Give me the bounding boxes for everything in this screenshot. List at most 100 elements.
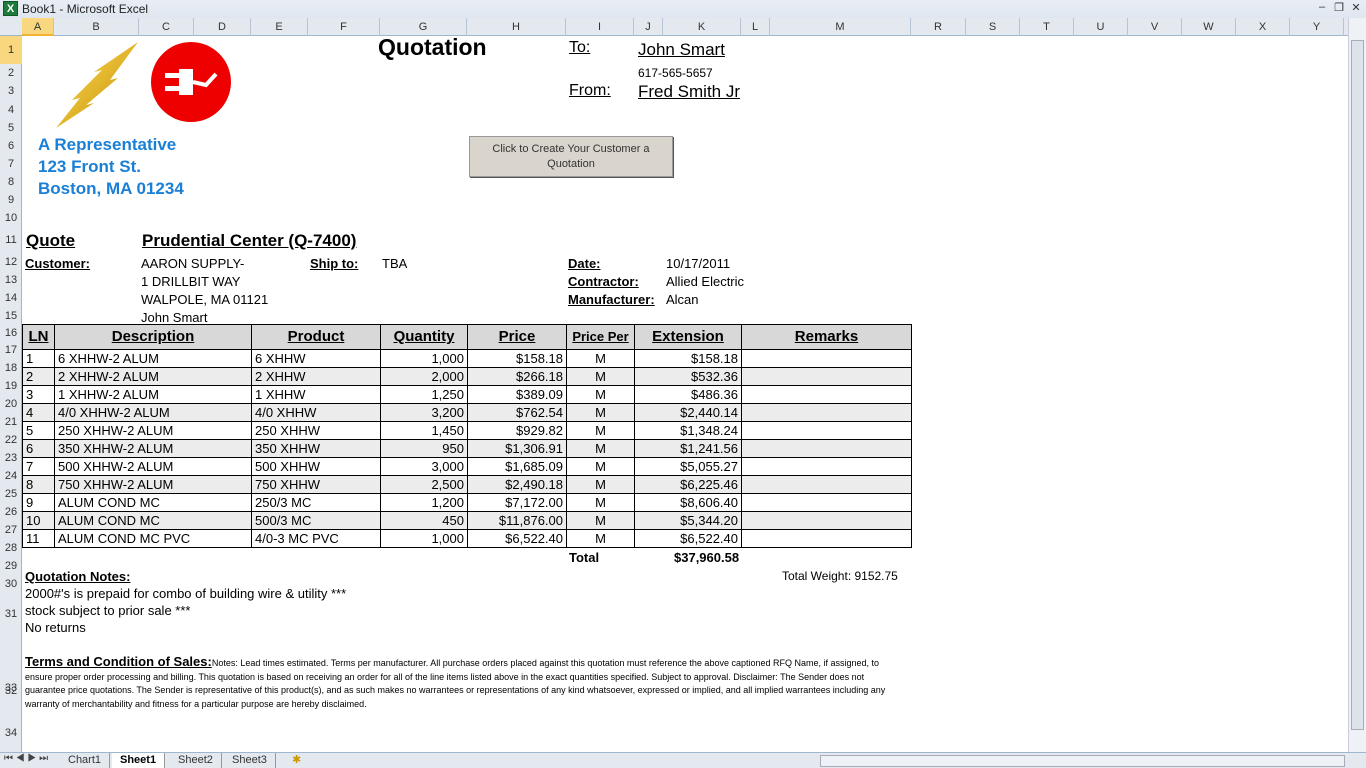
- table-cell[interactable]: $929.82: [467, 421, 567, 440]
- column-header[interactable]: A: [22, 18, 54, 36]
- table-cell[interactable]: $158.18: [634, 349, 742, 368]
- table-cell[interactable]: 8: [22, 475, 55, 494]
- table-cell[interactable]: 5: [22, 421, 55, 440]
- sheet-tab-sheet2[interactable]: Sheet2: [170, 753, 222, 768]
- table-cell[interactable]: M: [566, 421, 635, 440]
- table-cell[interactable]: 500/3 MC: [251, 511, 381, 530]
- row-header[interactable]: 30: [0, 575, 22, 593]
- table-cell[interactable]: [741, 367, 912, 386]
- table-cell[interactable]: 500 XHHW-2 ALUM: [54, 457, 252, 476]
- table-cell[interactable]: [741, 511, 912, 530]
- row-header[interactable]: 10: [0, 209, 22, 227]
- table-cell[interactable]: 4: [22, 403, 55, 422]
- table-cell[interactable]: [741, 475, 912, 494]
- row-header[interactable]: 11: [0, 227, 22, 253]
- table-cell[interactable]: [741, 385, 912, 404]
- sheet-tab-sheet3[interactable]: Sheet3: [224, 753, 276, 768]
- column-header[interactable]: L: [741, 18, 770, 36]
- horizontal-scrollbar[interactable]: [820, 755, 1345, 767]
- table-cell[interactable]: 350 XHHW-2 ALUM: [54, 439, 252, 458]
- table-cell[interactable]: 250 XHHW-2 ALUM: [54, 421, 252, 440]
- table-cell[interactable]: 11: [22, 529, 55, 548]
- table-cell[interactable]: 1: [22, 349, 55, 368]
- insert-sheet-icon[interactable]: ✱: [292, 753, 301, 766]
- table-cell[interactable]: M: [566, 403, 635, 422]
- table-cell[interactable]: [741, 529, 912, 548]
- row-header[interactable]: 13: [0, 271, 22, 289]
- table-cell[interactable]: [741, 421, 912, 440]
- table-cell[interactable]: 3,000: [380, 457, 468, 476]
- column-header[interactable]: U: [1074, 18, 1128, 36]
- table-cell[interactable]: [741, 493, 912, 512]
- table-cell[interactable]: 350 XHHW: [251, 439, 381, 458]
- table-cell[interactable]: 1,000: [380, 349, 468, 368]
- table-cell[interactable]: $486.36: [634, 385, 742, 404]
- table-cell[interactable]: 450: [380, 511, 468, 530]
- table-cell[interactable]: $158.18: [467, 349, 567, 368]
- table-cell[interactable]: 3: [22, 385, 55, 404]
- column-header[interactable]: T: [1020, 18, 1074, 36]
- column-header[interactable]: W: [1182, 18, 1236, 36]
- row-header[interactable]: 20: [0, 395, 22, 413]
- table-cell[interactable]: M: [566, 511, 635, 530]
- column-header[interactable]: X: [1236, 18, 1290, 36]
- row-header[interactable]: 9: [0, 191, 22, 209]
- table-cell[interactable]: $532.36: [634, 367, 742, 386]
- table-cell[interactable]: 1,250: [380, 385, 468, 404]
- table-cell[interactable]: $7,172.00: [467, 493, 567, 512]
- row-header[interactable]: 18: [0, 359, 22, 377]
- column-header[interactable]: I: [566, 18, 634, 36]
- row-header[interactable]: 25: [0, 485, 22, 503]
- column-header[interactable]: C: [139, 18, 194, 36]
- table-cell[interactable]: [741, 457, 912, 476]
- column-header[interactable]: S: [966, 18, 1020, 36]
- row-header[interactable]: 27: [0, 521, 22, 539]
- sheet-tab-chart1[interactable]: Chart1: [60, 753, 111, 768]
- row-header[interactable]: 16: [0, 325, 22, 341]
- row-header[interactable]: 29: [0, 557, 22, 575]
- row-header[interactable]: 15: [0, 307, 22, 325]
- create-quotation-button[interactable]: Click to Create Your Customer a Quotatio…: [469, 136, 673, 177]
- table-cell[interactable]: M: [566, 493, 635, 512]
- table-cell[interactable]: 750 XHHW: [251, 475, 381, 494]
- table-cell[interactable]: 750 XHHW-2 ALUM: [54, 475, 252, 494]
- row-header[interactable]: 6: [0, 137, 22, 155]
- column-header[interactable]: B: [54, 18, 139, 36]
- table-cell[interactable]: 1 XHHW-2 ALUM: [54, 385, 252, 404]
- table-cell[interactable]: [741, 403, 912, 422]
- row-header[interactable]: 21: [0, 413, 22, 431]
- table-cell[interactable]: 9: [22, 493, 55, 512]
- table-cell[interactable]: 2 XHHW: [251, 367, 381, 386]
- row-header[interactable]: 33: [0, 653, 22, 724]
- table-cell[interactable]: 4/0 XHHW: [251, 403, 381, 422]
- table-cell[interactable]: M: [566, 385, 635, 404]
- table-cell[interactable]: 6: [22, 439, 55, 458]
- table-cell[interactable]: ALUM COND MC: [54, 493, 252, 512]
- row-header[interactable]: 4: [0, 101, 22, 119]
- row-header[interactable]: 12: [0, 253, 22, 271]
- sheet-tab-sheet1[interactable]: Sheet1: [112, 753, 166, 768]
- table-cell[interactable]: 2 XHHW-2 ALUM: [54, 367, 252, 386]
- table-cell[interactable]: $6,225.46: [634, 475, 742, 494]
- table-cell[interactable]: $762.54: [467, 403, 567, 422]
- table-cell[interactable]: 950: [380, 439, 468, 458]
- table-cell[interactable]: 2: [22, 367, 55, 386]
- row-header[interactable]: 17: [0, 341, 22, 359]
- table-cell[interactable]: M: [566, 457, 635, 476]
- row-header[interactable]: 31: [0, 593, 22, 635]
- table-cell[interactable]: M: [566, 367, 635, 386]
- minimize-icon[interactable]: –: [1314, 1, 1330, 16]
- table-cell[interactable]: M: [566, 349, 635, 368]
- table-cell[interactable]: 250/3 MC: [251, 493, 381, 512]
- table-cell[interactable]: $5,055.27: [634, 457, 742, 476]
- table-cell[interactable]: M: [566, 439, 635, 458]
- vertical-scrollbar[interactable]: [1348, 18, 1366, 752]
- table-cell[interactable]: $389.09: [467, 385, 567, 404]
- table-cell[interactable]: $5,344.20: [634, 511, 742, 530]
- column-header[interactable]: Y: [1290, 18, 1344, 36]
- table-cell[interactable]: 3,200: [380, 403, 468, 422]
- row-header[interactable]: 14: [0, 289, 22, 307]
- row-header[interactable]: 22: [0, 431, 22, 449]
- column-header[interactable]: E: [251, 18, 308, 36]
- table-cell[interactable]: 6 XHHW-2 ALUM: [54, 349, 252, 368]
